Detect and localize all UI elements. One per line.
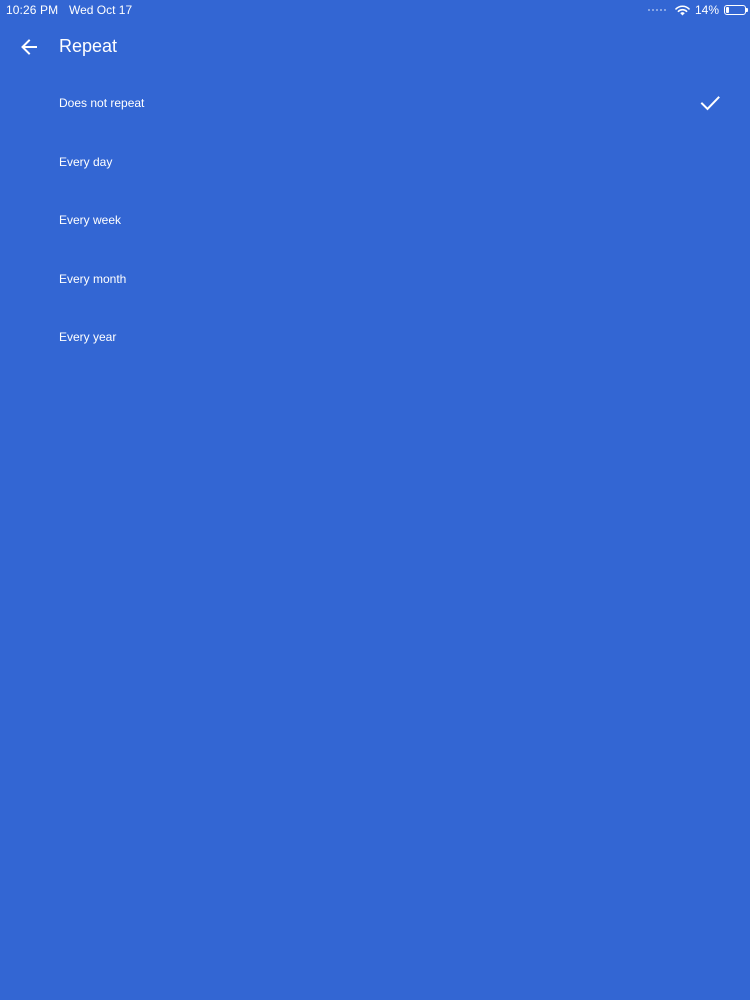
option-label: Every year	[59, 330, 117, 344]
page-title: Repeat	[59, 36, 118, 56]
check-icon	[700, 96, 720, 111]
option-every-week[interactable]: Every week	[0, 190, 750, 249]
option-label: Every week	[59, 213, 122, 227]
wifi-icon	[675, 4, 690, 15]
option-label: Every month	[59, 271, 127, 286]
option-every-year[interactable]: Every year	[0, 307, 750, 366]
signal-dots-icon	[647, 9, 666, 11]
app-bar: Repeat	[0, 24, 750, 70]
arrow-left-icon	[21, 39, 37, 55]
battery-percent: 14%	[694, 3, 719, 17]
option-label: Does not repeat	[59, 96, 145, 110]
back-button[interactable]	[14, 32, 44, 62]
status-bar: 10:26 PM Wed Oct 17 14%	[0, 0, 750, 20]
battery-level-fill	[726, 7, 729, 13]
option-every-month[interactable]: Every month	[0, 249, 750, 308]
status-date: Wed Oct 17	[69, 3, 133, 17]
repeat-option-list: Does not repeat Every day Every week Eve…	[0, 73, 750, 366]
status-indicators: 14%	[647, 2, 748, 18]
option-does-not-repeat[interactable]: Does not repeat	[0, 73, 750, 132]
status-time: 10:26 PM	[6, 3, 59, 17]
option-every-day[interactable]: Every day	[0, 132, 750, 191]
option-label: Every day	[59, 154, 113, 169]
battery-icon	[724, 5, 748, 15]
